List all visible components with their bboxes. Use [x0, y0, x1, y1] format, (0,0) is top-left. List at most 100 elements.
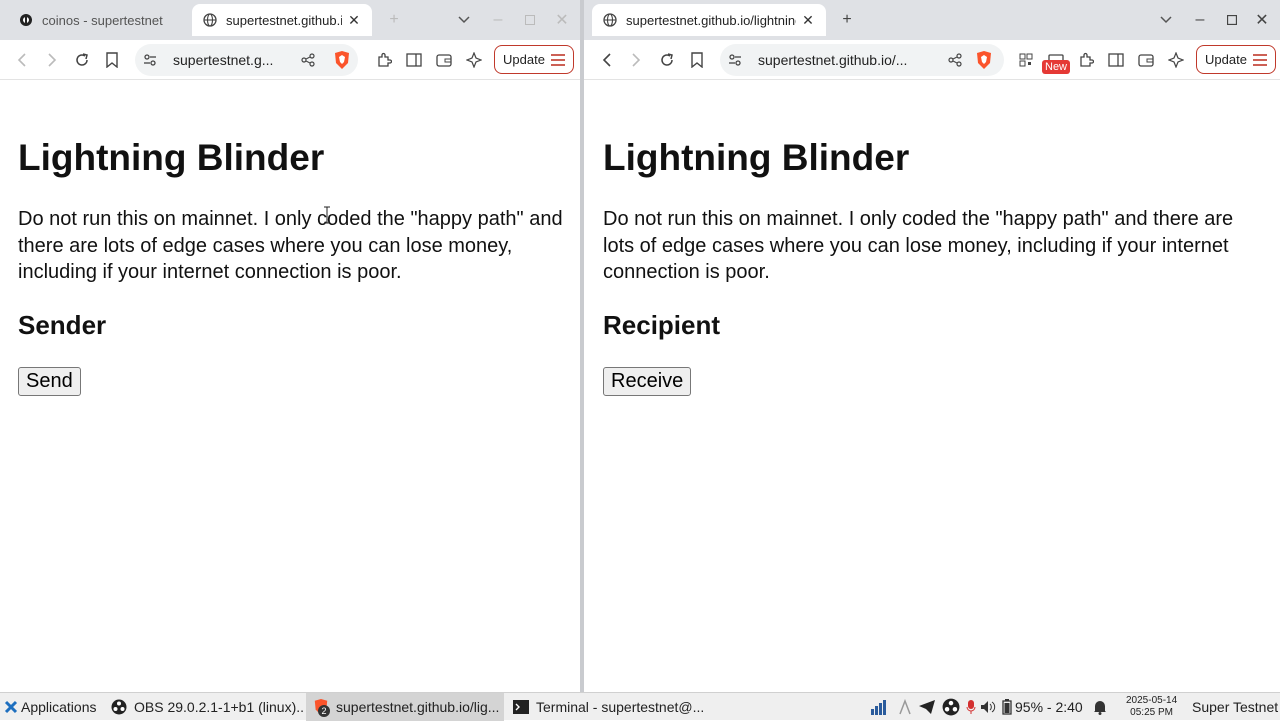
browser-toolbar: supertestnet.github.io/... Update: [584, 40, 1280, 80]
back-icon[interactable]: [10, 48, 34, 72]
globe-icon: [202, 12, 218, 28]
taskbar-item-label: Terminal - supertestnet@...: [536, 699, 704, 715]
tab-title: supertestnet.github.io/lightning-blinder: [626, 12, 796, 28]
user-name: Super Testnet: [1192, 699, 1279, 715]
user-menu[interactable]: Super Testnet: [1192, 693, 1280, 721]
maximize-icon[interactable]: [1220, 8, 1244, 32]
clock[interactable]: 2025-05-14 05:25 PM: [1126, 695, 1177, 719]
volume-icon[interactable]: [980, 700, 996, 714]
site-settings-icon[interactable]: [143, 53, 159, 67]
url-text: supertestnet.github.io/...: [758, 52, 908, 68]
battery-text: 95% - 2:40: [1015, 699, 1083, 715]
update-button[interactable]: Update: [1196, 45, 1276, 74]
update-label: Update: [503, 52, 545, 67]
site-settings-icon[interactable]: [728, 53, 744, 67]
new-tab-icon[interactable]: +: [835, 8, 859, 32]
qr-code-icon[interactable]: [1014, 48, 1038, 72]
new-tab-icon[interactable]: +: [382, 8, 406, 32]
update-button[interactable]: Update: [494, 45, 574, 74]
tab-lightning-blinder[interactable]: supertestnet.github.io/lightning-blinder…: [592, 4, 826, 36]
brave-shields-icon[interactable]: [330, 48, 354, 72]
window-count-badge: 2: [318, 705, 330, 717]
wallet-icon[interactable]: [432, 48, 456, 72]
minimize-icon[interactable]: –: [1188, 8, 1212, 32]
warning-text: Do not run this on mainnet. I only coded…: [18, 208, 563, 283]
applications-label: Applications: [21, 699, 97, 715]
brave-icon: 2: [312, 698, 330, 717]
warning-text: Do not run this on mainnet. I only coded…: [603, 208, 1234, 283]
menu-icon: [550, 53, 565, 66]
minimize-icon[interactable]: –: [486, 8, 510, 32]
taskbar-item-label: supertestnet.github.io/lig...: [336, 699, 500, 715]
clock-date: 2025-05-14: [1126, 695, 1178, 706]
taskbar-item-terminal[interactable]: Terminal - supertestnet@...: [506, 693, 704, 721]
browser-window-left: coinos - supertestnet supertestnet.githu…: [0, 0, 580, 692]
system-tray: 95% - 2:40: [870, 693, 1107, 721]
wallet-icon[interactable]: [1134, 48, 1158, 72]
browser-toolbar: supertestnet.g... Update: [0, 40, 580, 80]
close-tab-icon[interactable]: ✕: [346, 12, 362, 28]
chevron-down-icon[interactable]: [1154, 8, 1178, 32]
xfce-icon: [4, 698, 18, 716]
section-heading: Recipient: [603, 310, 721, 340]
page-title: Lightning Blinder: [603, 137, 910, 178]
globe-icon: [602, 12, 618, 28]
extensions-icon[interactable]: [372, 48, 396, 72]
update-label: Update: [1205, 52, 1247, 67]
brave-shields-icon[interactable]: [972, 48, 996, 72]
tab-strip: coinos - supertestnet supertestnet.githu…: [0, 0, 580, 40]
share-icon[interactable]: [948, 53, 962, 67]
telegram-icon[interactable]: [918, 699, 936, 715]
reload-icon[interactable]: [70, 48, 94, 72]
leo-ai-icon[interactable]: [1164, 48, 1188, 72]
leo-ai-icon[interactable]: [462, 48, 486, 72]
receive-button[interactable]: Receive: [603, 367, 692, 396]
menu-icon: [1252, 53, 1267, 66]
microphone-icon[interactable]: [966, 699, 976, 715]
back-icon[interactable]: [595, 48, 619, 72]
extensions-icon[interactable]: [1074, 48, 1098, 72]
forward-icon[interactable]: [624, 48, 648, 72]
address-bar[interactable]: supertestnet.g...: [135, 44, 358, 76]
bookmark-icon[interactable]: [100, 48, 124, 72]
tab-coinos[interactable]: coinos - supertestnet: [8, 4, 186, 36]
taskbar-item-label: OBS 29.0.2.1-1+b1 (linux)...: [134, 699, 304, 715]
tab-title: coinos - supertestnet: [42, 12, 163, 28]
url-text: supertestnet.g...: [173, 52, 274, 68]
obs-tray-icon[interactable]: [942, 698, 960, 716]
taskbar: Applications OBS 29.0.2.1-1+b1 (linux)..…: [0, 692, 1280, 721]
tab-strip: supertestnet.github.io/lightning-blinder…: [584, 0, 1280, 40]
bookmark-icon[interactable]: [685, 48, 709, 72]
applications-menu[interactable]: Applications: [0, 693, 102, 721]
section-heading: Sender: [18, 310, 107, 340]
close-window-icon[interactable]: ✕: [550, 8, 574, 32]
page-content: Lightning Blinder Do not run this on mai…: [584, 81, 1280, 692]
sidebar-icon[interactable]: [1104, 48, 1128, 72]
maximize-icon[interactable]: [518, 8, 542, 32]
share-icon[interactable]: [301, 53, 315, 67]
battery-icon: [1002, 699, 1012, 715]
send-button[interactable]: Send: [18, 367, 81, 396]
reload-icon[interactable]: [655, 48, 679, 72]
forward-icon[interactable]: [40, 48, 64, 72]
browser-window-right: supertestnet.github.io/lightning-blinder…: [584, 0, 1280, 692]
tab-lightning-blinder[interactable]: supertestnet.github.io/lightning-blinder…: [192, 4, 372, 36]
taskbar-item-obs[interactable]: OBS 29.0.2.1-1+b1 (linux)...: [104, 693, 304, 721]
coinos-favicon-icon: [18, 12, 34, 28]
clock-time: 05:25 PM: [1130, 707, 1173, 718]
sidebar-icon[interactable]: [402, 48, 426, 72]
accessibility-icon[interactable]: [898, 699, 912, 715]
taskbar-item-browser[interactable]: 2 supertestnet.github.io/lig...: [306, 693, 504, 721]
terminal-icon: [512, 698, 530, 716]
address-bar[interactable]: supertestnet.github.io/...: [720, 44, 1004, 76]
page-content: Lightning Blinder Do not run this on mai…: [0, 81, 580, 692]
tab-title: supertestnet.github.io/lightning-blinder: [226, 12, 342, 28]
close-window-icon[interactable]: ✕: [1250, 8, 1274, 32]
notification-bell-icon[interactable]: [1093, 699, 1107, 715]
battery-indicator[interactable]: 95% - 2:40: [1002, 699, 1083, 715]
text-cursor-icon: [324, 206, 330, 224]
page-title: Lightning Blinder: [18, 137, 325, 178]
close-tab-icon[interactable]: ✕: [800, 12, 816, 28]
chevron-down-icon[interactable]: [452, 8, 476, 32]
network-signal-icon[interactable]: [870, 699, 888, 715]
